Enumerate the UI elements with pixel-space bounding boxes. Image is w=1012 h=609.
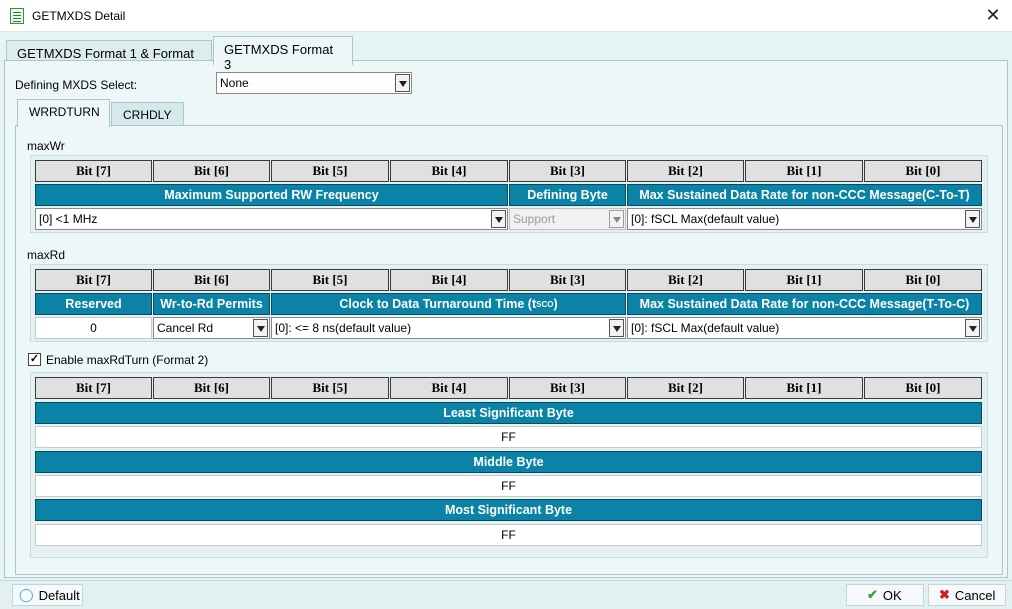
bit-6-header: Bit [6] xyxy=(153,377,270,399)
bit-4-header: Bit [4] xyxy=(390,269,508,291)
turnaround-time-header: Clock to Data Turnaround Time (t SCO) xyxy=(271,293,626,315)
maxrd-label: maxRd xyxy=(27,248,66,262)
middle-byte-header: Middle Byte xyxy=(35,451,982,473)
footer-bar: ◯ Default ✔ OK ✖ Cancel xyxy=(0,580,1012,609)
chevron-down-icon[interactable] xyxy=(395,74,410,92)
wr-to-rd-permits-select[interactable]: Cancel Rd xyxy=(153,317,270,339)
close-x-icon: ✖ xyxy=(939,587,950,602)
maxrd-group: Bit [7] Bit [6] Bit [5] Bit [4] Bit [3] … xyxy=(30,264,988,342)
format-3-panel: Defining MXDS Select: None WRRDTURN CRHD… xyxy=(4,60,1008,578)
enable-maxrdturn-checkbox[interactable]: ✓ xyxy=(28,353,41,366)
chevron-down-icon[interactable] xyxy=(609,319,624,337)
wr-to-rd-permits-header: Wr-to-Rd Permits xyxy=(153,293,270,315)
tab-crhdly[interactable]: CRHDLY xyxy=(111,102,184,126)
bit-0-header: Bit [0] xyxy=(864,160,982,182)
bit-1-header: Bit [1] xyxy=(745,160,863,182)
bit-5-header: Bit [5] xyxy=(271,269,389,291)
wrrdturn-panel: maxWr Bit [7] Bit [6] Bit [5] Bit [4] Bi… xyxy=(15,125,1003,575)
bit-4-header: Bit [4] xyxy=(390,377,508,399)
max-data-rate-t-to-c-select[interactable]: [0]: fSCL Max(default value) xyxy=(627,317,982,339)
bit-3-header: Bit [3] xyxy=(509,160,626,182)
info-circle-icon: ◯ xyxy=(19,587,34,602)
title-bar: GETMXDS Detail ✕ xyxy=(0,0,1012,32)
tab-format-3[interactable]: GETMXDS Format 3 xyxy=(213,36,353,72)
most-significant-byte-header: Most Significant Byte xyxy=(35,499,982,521)
bit-2-header: Bit [2] xyxy=(627,377,744,399)
check-icon: ✔ xyxy=(867,587,878,602)
defining-byte-header: Defining Byte xyxy=(509,184,626,206)
turnaround-time-select[interactable]: [0]: <= 8 ns(default value) xyxy=(271,317,626,339)
bit-1-header: Bit [1] xyxy=(745,269,863,291)
window-title: GETMXDS Detail xyxy=(32,9,126,23)
max-data-rate-c-to-t-header: Max Sustained Data Rate for non-CCC Mess… xyxy=(627,184,982,206)
chevron-down-icon[interactable] xyxy=(491,210,506,228)
bit-3-header: Bit [3] xyxy=(509,269,626,291)
reserved-value[interactable]: 0 xyxy=(35,317,152,339)
maxrdturn-group: Bit [7] Bit [6] Bit [5] Bit [4] Bit [3] … xyxy=(30,372,988,558)
cancel-button[interactable]: ✖ Cancel xyxy=(928,584,1006,606)
bit-5-header: Bit [5] xyxy=(271,160,389,182)
bit-7-header: Bit [7] xyxy=(35,269,152,291)
bit-7-header: Bit [7] xyxy=(35,377,152,399)
document-icon xyxy=(10,8,24,24)
maxwr-label: maxWr xyxy=(27,139,65,153)
close-icon[interactable]: ✕ xyxy=(982,4,1004,26)
bit-1-header: Bit [1] xyxy=(745,377,863,399)
bit-7-header: Bit [7] xyxy=(35,160,152,182)
bit-6-header: Bit [6] xyxy=(153,160,270,182)
enable-maxrdturn-label: Enable maxRdTurn (Format 2) xyxy=(46,353,209,367)
ok-button[interactable]: ✔ OK xyxy=(846,584,924,606)
chevron-down-icon xyxy=(609,210,624,228)
max-data-rate-t-to-c-header: Max Sustained Data Rate for non-CCC Mess… xyxy=(627,293,982,315)
bit-3-header: Bit [3] xyxy=(509,377,626,399)
most-significant-byte-value[interactable]: FF xyxy=(35,524,982,546)
middle-byte-value[interactable]: FF xyxy=(35,475,982,497)
bit-2-header: Bit [2] xyxy=(627,269,744,291)
max-data-rate-c-to-t-select[interactable]: [0]: fSCL Max(default value) xyxy=(627,208,982,230)
maxwr-group: Bit [7] Bit [6] Bit [5] Bit [4] Bit [3] … xyxy=(30,155,988,233)
reserved-header: Reserved xyxy=(35,293,152,315)
defining-mxds-label: Defining MXDS Select: xyxy=(15,78,138,92)
dialog-body: GETMXDS Format 1 & Format 2 GETMXDS Form… xyxy=(0,32,1012,609)
tab-wrrdturn[interactable]: WRRDTURN xyxy=(17,99,110,127)
bit-0-header: Bit [0] xyxy=(864,269,982,291)
least-significant-byte-header: Least Significant Byte xyxy=(35,402,982,424)
max-rw-frequency-header: Maximum Supported RW Frequency xyxy=(35,184,508,206)
default-button[interactable]: ◯ Default xyxy=(12,584,83,606)
defining-byte-select: Support xyxy=(509,208,626,230)
bit-5-header: Bit [5] xyxy=(271,377,389,399)
bit-4-header: Bit [4] xyxy=(390,160,508,182)
chevron-down-icon[interactable] xyxy=(253,319,268,337)
defining-mxds-select[interactable]: None xyxy=(216,72,412,94)
bit-2-header: Bit [2] xyxy=(627,160,744,182)
least-significant-byte-value[interactable]: FF xyxy=(35,426,982,448)
bit-0-header: Bit [0] xyxy=(864,377,982,399)
bit-6-header: Bit [6] xyxy=(153,269,270,291)
chevron-down-icon[interactable] xyxy=(965,210,980,228)
max-rw-frequency-select[interactable]: [0] <1 MHz xyxy=(35,208,508,230)
chevron-down-icon[interactable] xyxy=(965,319,980,337)
